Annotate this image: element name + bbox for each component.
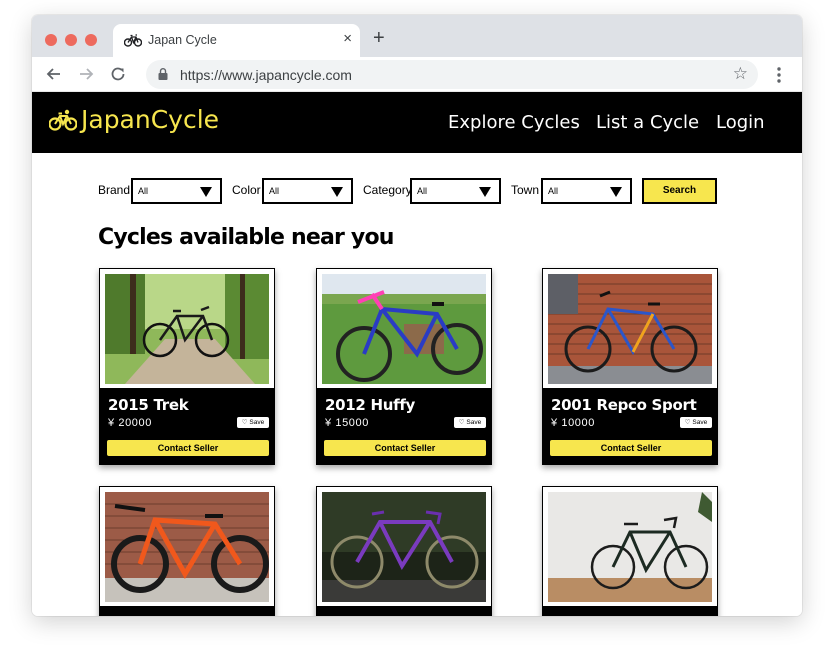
section-title: Cycles available near you (98, 225, 394, 250)
category-select-value: All (417, 186, 428, 196)
category-select[interactable]: All (410, 178, 501, 204)
brand-select-value: All (138, 186, 149, 196)
cycle-card[interactable] (99, 486, 275, 616)
cycle-photo[interactable] (322, 492, 486, 602)
reload-icon[interactable] (108, 64, 128, 84)
dropdown-arrow-icon (479, 187, 491, 197)
nav-login[interactable]: Login (716, 112, 765, 133)
color-label: Color (232, 183, 261, 197)
town-select-value: All (548, 186, 559, 196)
card-title: 2015 Trek (108, 396, 189, 414)
town-select[interactable]: All (541, 178, 632, 204)
color-select-value: All (269, 186, 280, 196)
cycle-photo[interactable] (548, 492, 712, 602)
nav-explore-cycles[interactable]: Explore Cycles (448, 112, 580, 133)
save-button[interactable]: ♡ Save (680, 417, 712, 428)
dropdown-arrow-icon (331, 187, 343, 197)
nav-list-a-cycle[interactable]: List a Cycle (596, 112, 699, 133)
cycle-photo[interactable] (548, 274, 712, 384)
brand-select[interactable]: All (131, 178, 222, 204)
save-button[interactable]: ♡ Save (454, 417, 486, 428)
cycle-card[interactable]: 2015 Trek ¥ 20000 ♡ Save Contact Seller (99, 268, 275, 465)
browser-window: Japan Cycle × + https://www.japancycle.c… (32, 15, 802, 616)
card-price: ¥ 10000 (551, 417, 595, 429)
new-tab-icon[interactable]: + (373, 27, 385, 49)
tab-title: Japan Cycle (148, 33, 217, 47)
contact-seller-button[interactable]: Contact Seller (324, 440, 486, 456)
filter-bar: Brand All Color All Category All Town Al… (98, 178, 738, 204)
maximize-window-button[interactable] (85, 34, 97, 46)
card-title: 2012 Huffy (325, 396, 416, 414)
tab-japan-cycle[interactable]: Japan Cycle × (113, 24, 360, 57)
bicycle-logo-icon (49, 109, 77, 131)
tab-close-icon[interactable]: × (343, 31, 352, 47)
kebab-menu-icon[interactable] (776, 65, 782, 85)
site-viewport: JapanCycle Explore Cycles List a Cycle L… (32, 92, 802, 616)
card-image-frame (100, 487, 274, 606)
card-price: ¥ 15000 (325, 417, 369, 429)
minimize-window-button[interactable] (65, 34, 77, 46)
url-text: https://www.japancycle.com (180, 67, 352, 83)
tab-bar: Japan Cycle × + (32, 15, 802, 57)
lock-icon (158, 68, 168, 80)
brand-label: Brand (98, 183, 131, 197)
town-label: Town (511, 183, 540, 197)
cycle-photo[interactable] (105, 274, 269, 384)
bookmark-star-icon[interactable]: ☆ (733, 64, 748, 84)
dropdown-arrow-icon (200, 187, 212, 197)
cycle-photo[interactable] (322, 274, 486, 384)
back-arrow-icon[interactable] (44, 64, 64, 84)
forward-arrow-icon[interactable] (76, 64, 96, 84)
bicycle-icon (124, 34, 142, 47)
card-price: ¥ 20000 (108, 417, 152, 429)
contact-seller-button[interactable]: Contact Seller (550, 440, 712, 456)
cycle-card[interactable] (542, 486, 718, 616)
contact-seller-button[interactable]: Contact Seller (107, 440, 269, 456)
save-button[interactable]: ♡ Save (237, 417, 269, 428)
card-image-frame (543, 487, 717, 606)
card-image-frame (317, 487, 491, 606)
browser-toolbar: https://www.japancycle.com ☆ (32, 57, 802, 92)
card-image-frame (100, 269, 274, 388)
cycle-photo[interactable] (105, 492, 269, 602)
cycle-card[interactable]: 2012 Huffy ¥ 15000 ♡ Save Contact Seller (316, 268, 492, 465)
card-image-frame (317, 269, 491, 388)
site-logo[interactable]: JapanCycle (81, 105, 219, 134)
cycle-card[interactable]: 2001 Repco Sport ¥ 10000 ♡ Save Contact … (542, 268, 718, 465)
card-title: 2001 Repco Sport (551, 396, 697, 414)
category-label: Category (363, 183, 412, 197)
card-image-frame (543, 269, 717, 388)
cycle-card[interactable] (316, 486, 492, 616)
search-button[interactable]: Search (642, 178, 717, 204)
color-select[interactable]: All (262, 178, 353, 204)
close-window-button[interactable] (45, 34, 57, 46)
site-header: JapanCycle Explore Cycles List a Cycle L… (32, 92, 802, 153)
address-bar[interactable]: https://www.japancycle.com ☆ (146, 60, 758, 89)
dropdown-arrow-icon (610, 187, 622, 197)
